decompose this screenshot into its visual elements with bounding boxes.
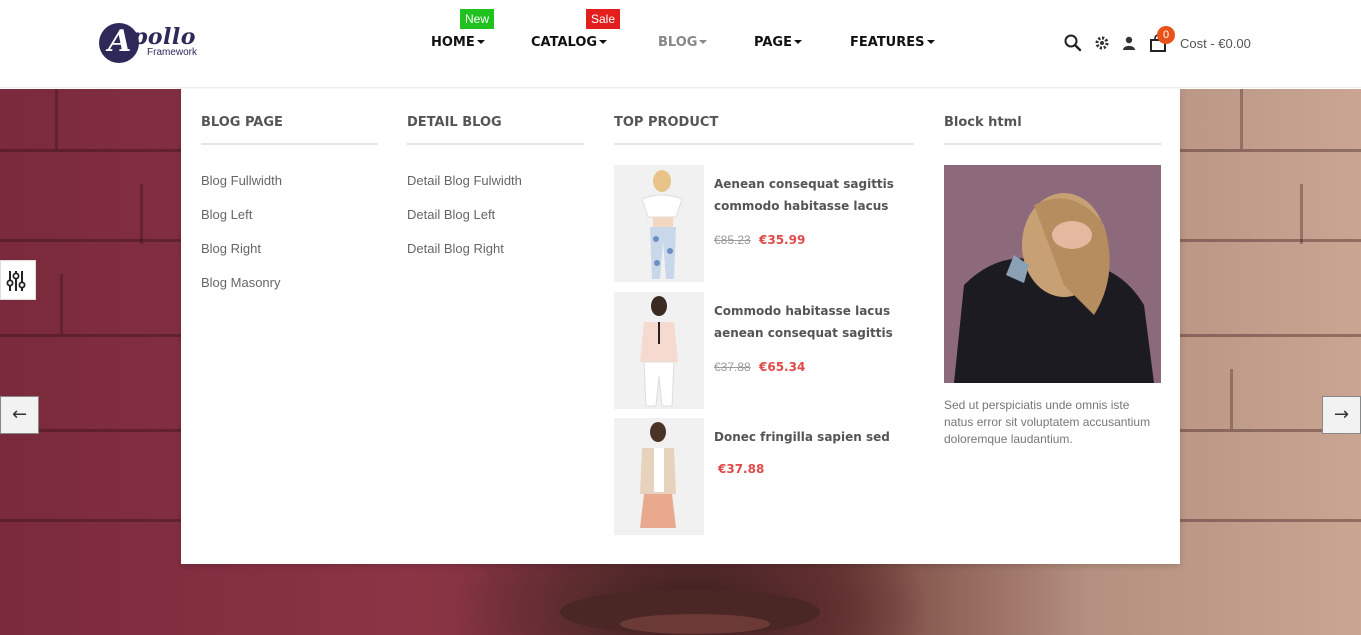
blog-page-title: BLOG PAGE	[201, 115, 283, 130]
cart-count-badge: 0	[1157, 26, 1175, 44]
brick-decoration	[140, 184, 143, 244]
hero-image-lips	[620, 614, 770, 634]
link-blog-left[interactable]: Blog Left	[201, 207, 252, 222]
product-price: €65.34	[759, 360, 806, 374]
link-detail-blog-fulwidth[interactable]: Detail Blog Fulwidth	[407, 173, 522, 188]
divider	[614, 143, 914, 145]
sale-badge: Sale	[586, 9, 621, 29]
product-image[interactable]	[614, 292, 704, 409]
brick-decoration	[60, 274, 63, 334]
nav-home-label: HOME	[431, 35, 475, 50]
product-price: €37.88	[718, 462, 765, 476]
logo-letter: A	[108, 24, 132, 59]
product-name[interactable]: Commodo habitasse lacus aenean consequat…	[714, 300, 904, 344]
product-image[interactable]	[614, 165, 704, 282]
product-price: €35.99	[759, 233, 806, 247]
sliders-icon	[6, 271, 26, 291]
block-html-title: Block html	[944, 115, 1022, 130]
nav-catalog[interactable]: CATALOG	[531, 35, 608, 55]
gear-icon[interactable]	[1094, 35, 1114, 55]
chevron-down-icon	[476, 39, 485, 44]
link-blog-right[interactable]: Blog Right	[201, 241, 261, 256]
cart-cost[interactable]: Cost - €0.00	[1180, 36, 1251, 51]
link-blog-masonry[interactable]: Blog Masonry	[201, 275, 280, 290]
nav-page[interactable]: PAGE	[754, 35, 802, 55]
nav-features[interactable]: FEATURES	[850, 35, 935, 55]
brick-decoration	[1240, 89, 1243, 149]
link-blog-fullwidth[interactable]: Blog Fullwidth	[201, 173, 282, 188]
nav-blog-label: BLOG	[658, 35, 698, 50]
chevron-down-icon	[599, 39, 608, 44]
chevron-down-icon	[926, 39, 935, 44]
brick-decoration	[1230, 369, 1233, 429]
product-name[interactable]: Donec fringilla sapien sed	[714, 426, 904, 448]
detail-blog-title: DETAIL BLOG	[407, 115, 502, 130]
search-icon[interactable]	[1064, 34, 1084, 54]
nav-home[interactable]: HOME	[431, 35, 485, 55]
nav-features-label: FEATURES	[850, 35, 925, 50]
top-product-title: TOP PRODUCT	[614, 115, 719, 130]
brick-decoration	[1300, 184, 1303, 244]
blog-mega-menu: BLOG PAGE Blog Fullwidth Blog Left Blog …	[181, 89, 1180, 564]
divider	[407, 143, 584, 145]
product-name[interactable]: Aenean consequat sagittis commodo habita…	[714, 173, 904, 217]
customizer-toggle[interactable]	[0, 260, 36, 300]
site-header: A pollo Framework New Sale HOME CATALOG …	[0, 0, 1361, 88]
product-old-price: €85.23	[714, 233, 751, 247]
new-badge: New	[460, 9, 495, 29]
divider	[201, 143, 378, 145]
chevron-down-icon	[793, 39, 802, 44]
link-detail-blog-left[interactable]: Detail Blog Left	[407, 207, 495, 222]
block-text: Sed ut perspiciatis unde omnis iste natu…	[944, 398, 1151, 446]
product-image[interactable]	[614, 418, 704, 535]
slider-next-button[interactable]: →	[1322, 396, 1361, 434]
nav-catalog-label: CATALOG	[531, 35, 598, 50]
divider	[944, 143, 1161, 145]
brick-decoration	[55, 89, 58, 149]
nav-blog[interactable]: BLOG	[658, 35, 708, 55]
block-image	[944, 165, 1161, 383]
product-old-price: €37.88	[714, 360, 751, 374]
logo-subtitle: Framework	[147, 47, 198, 58]
logo[interactable]: A pollo Framework	[99, 22, 209, 66]
link-detail-blog-right[interactable]: Detail Blog Right	[407, 241, 504, 256]
user-icon[interactable]	[1121, 35, 1141, 55]
chevron-down-icon	[699, 39, 708, 44]
nav-page-label: PAGE	[754, 35, 792, 50]
slider-prev-button[interactable]: ←	[0, 396, 39, 434]
